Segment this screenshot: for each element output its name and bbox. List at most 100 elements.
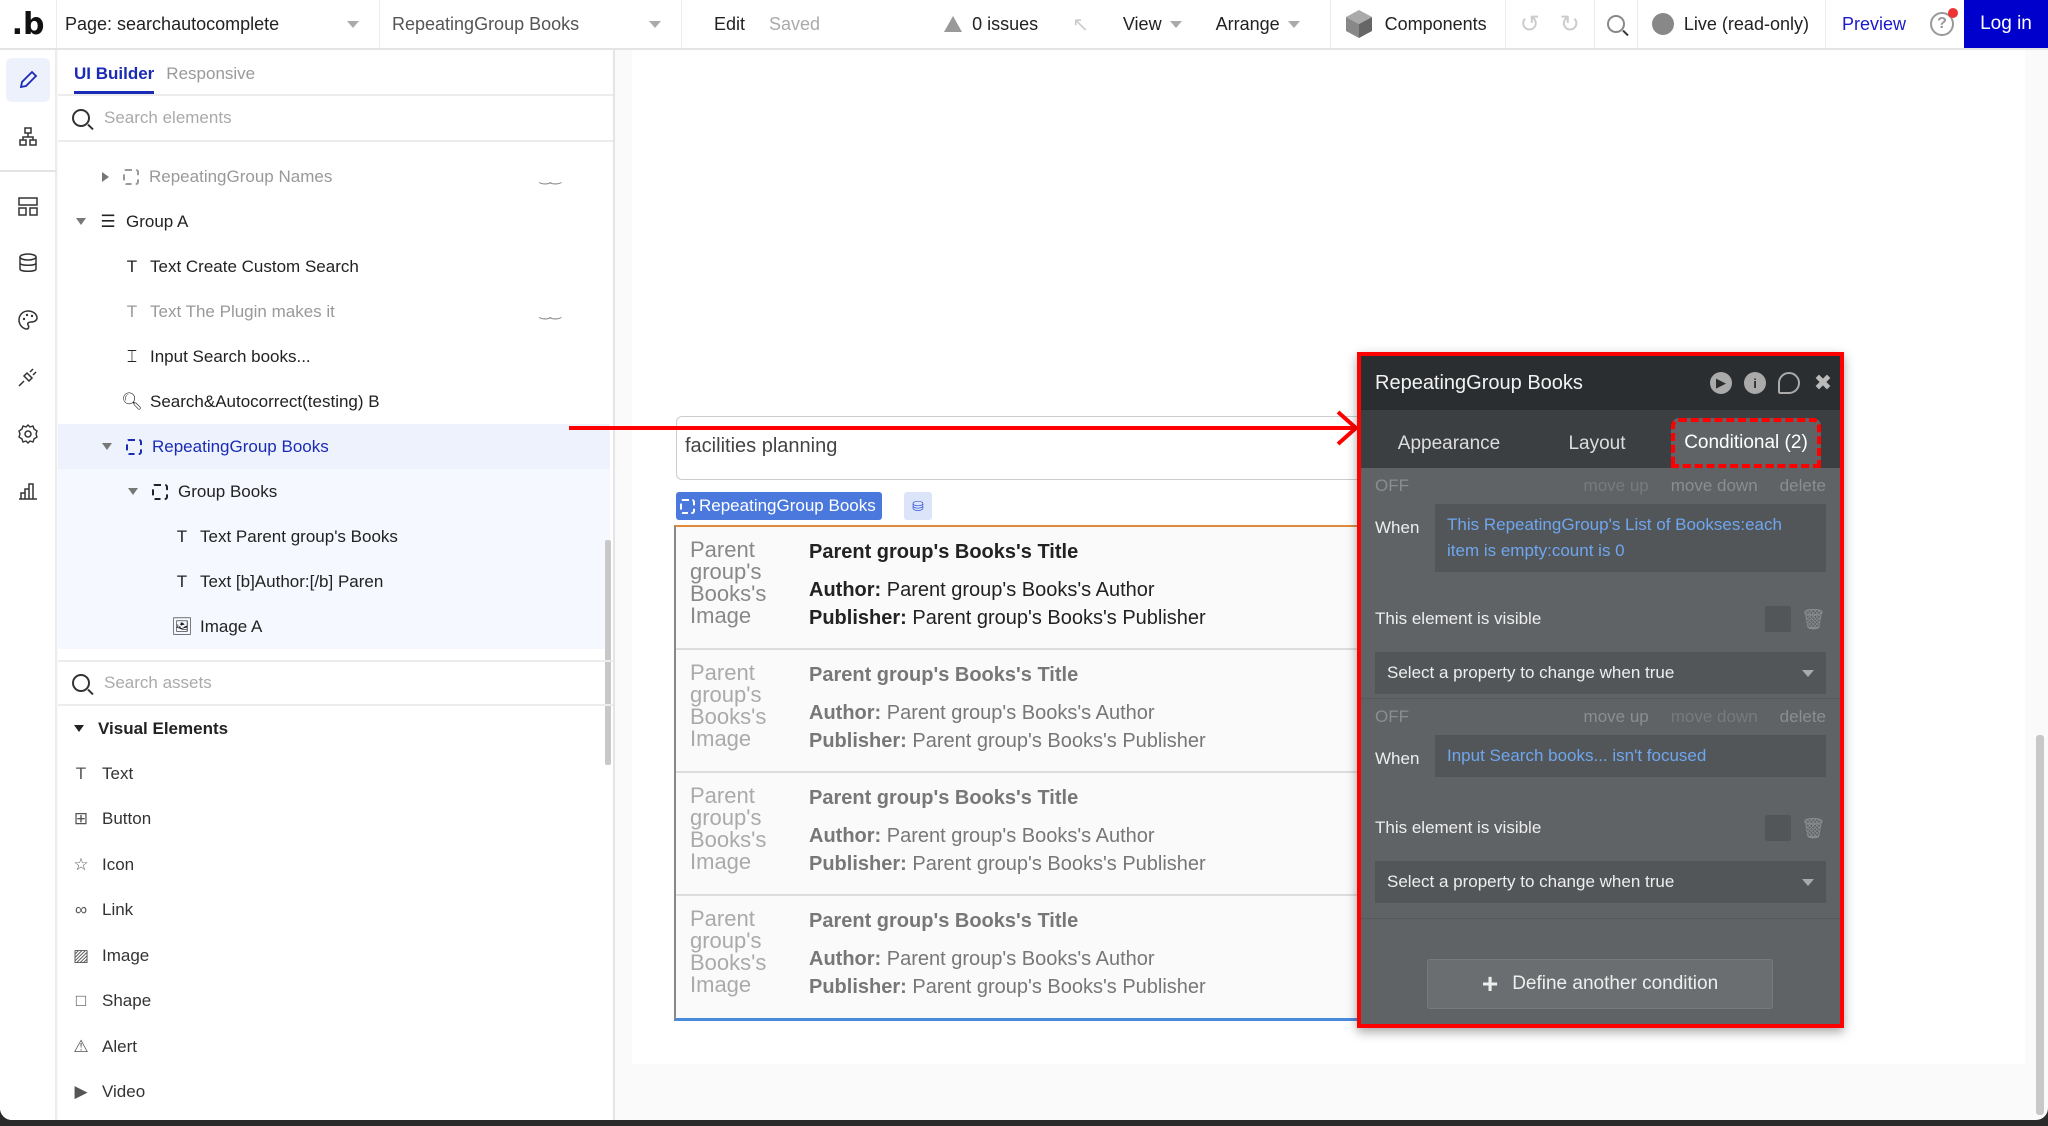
database-icon[interactable]: ⛁ bbox=[904, 492, 932, 520]
section-title: Visual Elements bbox=[98, 718, 229, 738]
trash-icon[interactable]: 🗑︎ bbox=[1801, 607, 1826, 632]
delete-condition-button[interactable]: delete bbox=[1780, 707, 1826, 727]
tree-item-group-a[interactable]: ☰ Group A bbox=[58, 199, 610, 244]
asset-shape[interactable]: □ Shape bbox=[58, 979, 613, 1025]
condition-status[interactable]: OFF bbox=[1375, 476, 1409, 496]
property-select-dropdown[interactable]: Select a property to change when true bbox=[1375, 861, 1826, 903]
tree-item-text-plugin[interactable]: T Text The Plugin makes it ‿‿ bbox=[58, 289, 610, 334]
repeating-group-tag-label: RepeatingGroup Books bbox=[699, 496, 876, 515]
visible-checkbox[interactable] bbox=[1764, 606, 1791, 632]
tree-item-group-books[interactable]: Group Books bbox=[58, 469, 610, 514]
page-selector[interactable]: Page: searchautocomplete bbox=[57, 0, 380, 48]
help-button[interactable]: ? bbox=[1920, 0, 1964, 48]
repeating-group-books[interactable]: Parent group's Books's Image Parent grou… bbox=[674, 525, 1374, 1021]
tree-item-text-author[interactable]: T Text [b]Author:[/b] Paren bbox=[58, 559, 610, 604]
asset-video[interactable]: ▶︎ Video bbox=[58, 1070, 613, 1116]
expand-icon[interactable] bbox=[102, 171, 109, 182]
book-image-placeholder: Parent group's Books's Image bbox=[690, 906, 767, 997]
tab-conditional[interactable]: Conditional (2) bbox=[1671, 418, 1821, 468]
chevron-down-icon bbox=[1802, 669, 1814, 677]
move-down-button[interactable]: move down bbox=[1671, 707, 1758, 727]
search-assets-input[interactable]: Search assets bbox=[58, 660, 613, 706]
comment-icon[interactable] bbox=[1778, 372, 1800, 394]
trash-icon[interactable]: 🗑︎ bbox=[1801, 816, 1826, 841]
move-down-button[interactable]: move down bbox=[1671, 476, 1758, 496]
tree-item-image-a[interactable]: 🖼︎ Image A bbox=[58, 604, 610, 649]
search-button[interactable] bbox=[1595, 0, 1638, 48]
asset-icon[interactable]: ☆ Icon bbox=[58, 842, 613, 888]
plug-icon bbox=[18, 368, 37, 387]
tree-item-input-search-books[interactable]: ⌶ Input Search books... bbox=[58, 334, 610, 379]
rg-cell[interactable]: Parent group's Books's Image Parent grou… bbox=[676, 527, 1372, 650]
logs-tab[interactable] bbox=[6, 469, 50, 513]
bubble-editor: .b Page: searchautocomplete RepeatingGro… bbox=[0, 0, 2048, 1120]
tree-item-text-create-custom-search[interactable]: T Text Create Custom Search bbox=[58, 244, 610, 289]
edit-menu[interactable]: Edit bbox=[714, 14, 745, 35]
settings-tab[interactable] bbox=[6, 412, 50, 456]
define-another-condition-button[interactable]: + Define another condition bbox=[1427, 959, 1773, 1009]
styles-tab[interactable] bbox=[6, 298, 50, 342]
plugins-tab[interactable] bbox=[6, 355, 50, 399]
hidden-eye-icon[interactable]: ‿‿ bbox=[539, 303, 560, 320]
cursor-icon[interactable]: ↖ bbox=[1072, 12, 1089, 37]
tree-item-label: Group A bbox=[126, 211, 189, 231]
text-icon: T bbox=[176, 571, 188, 591]
tab-layout[interactable]: Layout bbox=[1537, 420, 1657, 468]
canvas-scrollbar[interactable] bbox=[2036, 735, 2044, 1115]
asset-alert[interactable]: ⚠︎ Alert bbox=[58, 1024, 613, 1070]
delete-condition-button[interactable]: delete bbox=[1780, 476, 1826, 496]
preview-button[interactable]: Preview bbox=[1826, 0, 1920, 48]
tree-item-text-parent-books[interactable]: T Text Parent group's Books bbox=[58, 514, 610, 559]
issues-button[interactable]: 0 issues bbox=[944, 14, 1038, 35]
element-selector[interactable]: RepeatingGroup Books bbox=[380, 0, 682, 48]
condition-expression[interactable]: Input Search books... isn't focused bbox=[1435, 735, 1826, 777]
rg-cell[interactable]: Parent group's Books's Image Parent grou… bbox=[676, 773, 1372, 896]
condition-status[interactable]: OFF bbox=[1375, 707, 1409, 727]
cube-icon bbox=[1345, 10, 1372, 38]
asset-text[interactable]: T Text bbox=[58, 751, 613, 797]
view-menu[interactable]: View bbox=[1123, 14, 1182, 35]
collapse-icon[interactable] bbox=[102, 443, 112, 450]
arrange-menu[interactable]: Arrange bbox=[1216, 14, 1300, 35]
move-up-button[interactable]: move up bbox=[1584, 707, 1649, 727]
assets-scrollbar[interactable] bbox=[605, 710, 611, 765]
close-icon[interactable]: ✖ bbox=[1812, 370, 1834, 395]
hidden-eye-icon[interactable]: ‿‿ bbox=[539, 168, 560, 185]
info-icon[interactable]: i bbox=[1744, 372, 1766, 394]
tree-item-repeatinggroup-books[interactable]: RepeatingGroup Books bbox=[58, 424, 610, 469]
design-tab[interactable] bbox=[6, 58, 50, 102]
book-publisher: Publisher: Parent group's Books's Publis… bbox=[809, 976, 1206, 998]
tab-appearance[interactable]: Appearance bbox=[1361, 420, 1537, 468]
rg-cell[interactable]: Parent group's Books's Image Parent grou… bbox=[676, 650, 1372, 773]
collapse-icon[interactable] bbox=[128, 488, 138, 495]
login-button[interactable]: Log in bbox=[1964, 0, 2048, 48]
bubble-logo[interactable]: .b bbox=[0, 0, 57, 48]
undo-icon[interactable]: ↺ bbox=[1520, 10, 1540, 39]
tree-item-search-autocorrect[interactable]: 🔍︎ Search&Autocorrect(testing) B bbox=[58, 379, 610, 424]
live-version-selector[interactable]: Live (read-only) bbox=[1638, 0, 1826, 48]
panel-header[interactable]: RepeatingGroup Books ▶ i ✖ bbox=[1361, 356, 1840, 410]
chevron-down-icon bbox=[1169, 20, 1182, 28]
components-button[interactable]: Components bbox=[1329, 0, 1506, 48]
tree-item-repeatinggroup-names[interactable]: RepeatingGroup Names ‿‿ bbox=[58, 154, 610, 199]
book-title: Parent group's Books's Title bbox=[809, 787, 1079, 809]
asset-image[interactable]: ▨ Image bbox=[58, 933, 613, 979]
asset-link[interactable]: ∞ Link bbox=[58, 888, 613, 934]
layout-tab[interactable] bbox=[6, 184, 50, 228]
condition-expression[interactable]: This RepeatingGroup's List of Bookses:ea… bbox=[1435, 504, 1826, 572]
asset-button[interactable]: ⊞ Button bbox=[58, 797, 613, 843]
element-tree-tab[interactable] bbox=[6, 115, 50, 159]
search-elements-input[interactable]: Search elements bbox=[58, 96, 613, 142]
visual-elements-header[interactable]: Visual Elements bbox=[58, 706, 613, 751]
redo-icon[interactable]: ↻ bbox=[1560, 10, 1580, 39]
play-icon[interactable]: ▶ bbox=[1710, 372, 1732, 394]
data-tab[interactable] bbox=[6, 241, 50, 285]
repeating-group-tag[interactable]: RepeatingGroup Books bbox=[676, 492, 882, 520]
collapse-icon[interactable] bbox=[76, 218, 86, 225]
tab-responsive[interactable]: Responsive bbox=[166, 64, 255, 94]
move-up-button[interactable]: move up bbox=[1584, 476, 1649, 496]
property-select-dropdown[interactable]: Select a property to change when true bbox=[1375, 652, 1826, 694]
rg-cell[interactable]: Parent group's Books's Image Parent grou… bbox=[676, 896, 1372, 1019]
tab-ui-builder[interactable]: UI Builder bbox=[74, 64, 155, 94]
visible-checkbox[interactable] bbox=[1764, 815, 1791, 841]
